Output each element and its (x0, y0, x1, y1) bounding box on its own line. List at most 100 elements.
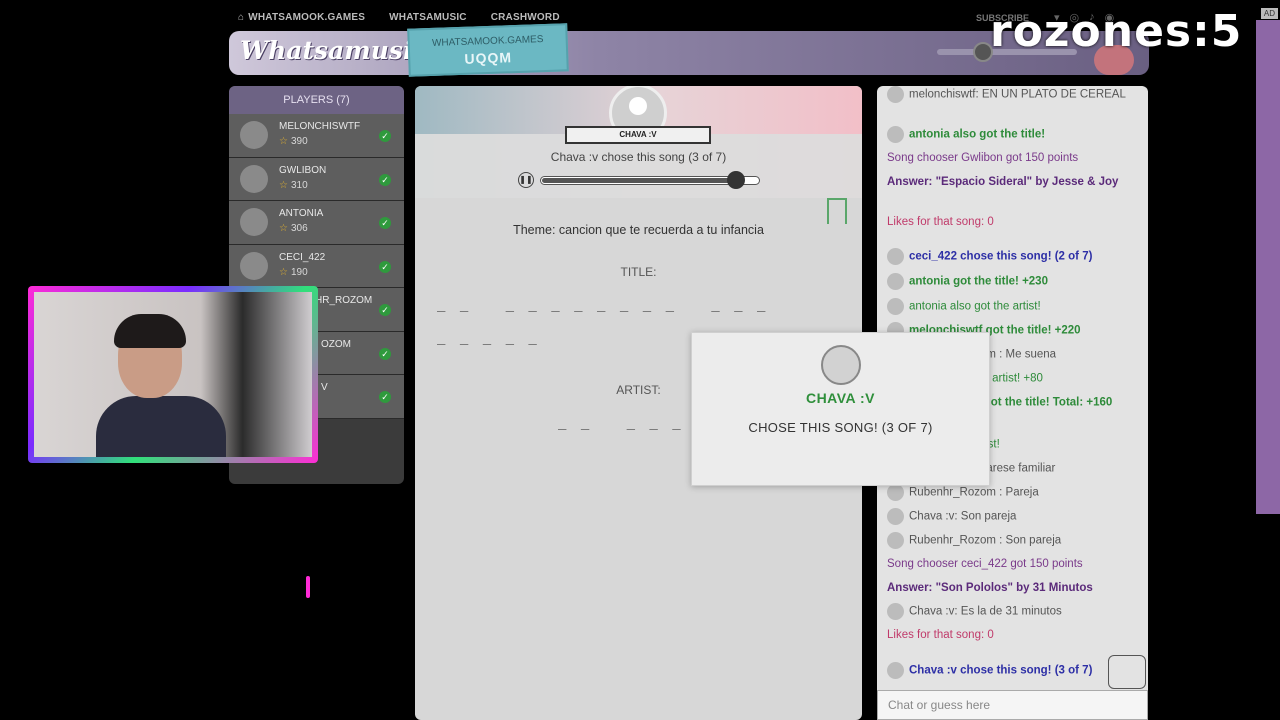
avatar (887, 508, 904, 525)
audio-progress-fill (542, 178, 738, 183)
chat-message-text: melonchiswtf: EN UN PLATO DE CEREAL (909, 88, 1126, 101)
avatar (887, 86, 904, 103)
chat-message: Chava :v: Son pareja (887, 508, 1137, 526)
player-name: ANTONIA (279, 208, 324, 219)
popup-message: CHOSE THIS SONG! (3 OF 7) (748, 420, 933, 435)
chat-message: ceci_422 chose this song! (2 of 7) (887, 248, 1137, 266)
badge-code: UQQM (464, 49, 513, 67)
chat-message-text: Chava :v: Es la de 31 minutos (909, 605, 1062, 618)
chat-message-text: antonia also got the artist! (909, 300, 1041, 313)
pause-icon[interactable]: ❚❚ (518, 172, 534, 188)
chat-message: melonchiswtf: EN UN PLATO DE CEREAL (887, 86, 1137, 104)
nav-link-crashword[interactable]: CRASHWORD (491, 12, 560, 23)
player-points: 310 (290, 179, 308, 191)
players-heading: PLAYERS (7) (229, 86, 404, 114)
chat-message-text: Answer: "Son Pololos" by 31 Minutos (887, 582, 1093, 594)
player-name: MELONCHISWTF (279, 121, 361, 132)
chat-scrollbar[interactable] (1140, 90, 1146, 670)
audio-progress-knob[interactable] (727, 171, 745, 189)
chooser-status: Chava :v chose this song (3 of 7) (550, 150, 727, 164)
player-row: MELONCHISWTF ☆ 390 ✓ (229, 114, 404, 158)
nav-label: WHATSAMOOK.GAMES (248, 12, 366, 23)
like-button[interactable] (1108, 655, 1146, 689)
bookmark-icon[interactable] (827, 198, 847, 224)
popup-avatar (821, 345, 861, 385)
popup-name: CHAVA :V (805, 390, 876, 406)
chat-message-text: Rubenhr_Rozom : Pareja (909, 486, 1039, 499)
player-points: 190 (290, 266, 308, 278)
nav-link-whatsamusic[interactable]: WHATSAMUSIC (389, 12, 467, 23)
chat-message: antonia also got the title! (887, 126, 1137, 144)
avatar (887, 662, 904, 679)
chat-message: Answer: "Son Pololos" by 31 Minutos (887, 580, 1137, 597)
check-icon: ✓ (379, 391, 391, 403)
player-name: OZOM (321, 338, 351, 350)
chooser-ribbon: CHAVA :V (565, 126, 711, 144)
stream-overlay-text: rozones:5 (990, 6, 1243, 57)
avatar (887, 532, 904, 549)
avatar (887, 126, 904, 143)
player-name: CECI_422 (279, 251, 326, 263)
chat-message-text: ceci_422 chose this song! (2 of 7) (909, 250, 1093, 263)
ad-strip (1256, 20, 1280, 514)
chat-message: Likes for that song: 0 (887, 214, 1137, 231)
title-blanks-line2: _ _ _ _ _ (437, 329, 540, 345)
chat-message: antonia also got the artist! (887, 298, 1137, 316)
avatar (240, 208, 268, 236)
chat-message: Rubenhr_Rozom : Son pareja (887, 532, 1137, 550)
game-code-badge: WHATSAMOOK.GAMES UQQM (407, 23, 569, 77)
player-row: CECI_422 ☆ 190 ✓ (229, 244, 404, 288)
chat-message: antonia got the title! +230 (887, 273, 1137, 291)
chat-message: Chava :v chose this song! (3 of 7) (887, 662, 1137, 680)
chat-input-box (877, 690, 1148, 720)
check-icon: ✓ (379, 217, 391, 229)
star-icon: ☆ (279, 223, 288, 234)
chat-message-text: Song chooser Gwlibon got 150 points (887, 152, 1079, 164)
check-icon: ✓ (379, 130, 391, 142)
chat-message-text: antonia also got the title! (909, 128, 1046, 141)
home-icon: ⌂ (238, 12, 245, 23)
avatar (240, 121, 268, 149)
check-icon: ✓ (379, 260, 391, 273)
star-icon: ☆ (279, 266, 288, 278)
player-row: GWLIBON ☆ 310 ✓ (229, 157, 404, 201)
player-points: 306 (290, 223, 308, 234)
chat-message-text: antonia got the title! +230 (909, 275, 1048, 288)
avatar (887, 484, 904, 501)
avatar (887, 603, 904, 620)
star-icon: ☆ (279, 179, 288, 191)
nav-link-whatsamook[interactable]: ⌂ WHATSAMOOK.GAMES (238, 12, 365, 23)
chat-message: Chava :v: Es la de 31 minutos (887, 603, 1137, 621)
player-name: V (321, 382, 328, 393)
chat-message: Likes for that song: 0 (887, 627, 1137, 644)
avatar (887, 273, 904, 290)
audio-player: ❚❚ (518, 171, 760, 189)
chat-message: Song chooser ceci_422 got 150 points (887, 556, 1137, 573)
avatar (240, 164, 268, 193)
avatar (240, 251, 268, 280)
ad-badge: AD (1260, 8, 1278, 19)
webcam-feed (34, 292, 312, 457)
chat-message-text: Answer: "Espacio Sideral" by Jesse & Joy (887, 176, 1119, 188)
webcam-overlay (28, 286, 318, 463)
player-points: 390 (290, 136, 308, 147)
check-icon: ✓ (379, 304, 391, 316)
chat-message: Rubenhr_Rozom : Pareja (887, 484, 1137, 502)
overlay-decoration (306, 576, 310, 598)
player-name: HR_ROZOM (315, 295, 373, 306)
check-icon: ✓ (379, 173, 391, 186)
chat-message-text: Song chooser ceci_422 got 150 points (887, 558, 1083, 570)
avatar (887, 248, 904, 265)
chat-message-text: Chava :v chose this song! (3 of 7) (909, 664, 1093, 677)
top-nav: ⌂ WHATSAMOOK.GAMES WHATSAMUSIC CRASHWORD (238, 12, 560, 23)
chat-message: Answer: "Espacio Sideral" by Jesse & Joy (887, 174, 1137, 191)
player-name: GWLIBON (279, 164, 327, 176)
chooser-popup: CHAVA :V CHOSE THIS SONG! (3 OF 7) (691, 332, 990, 486)
chat-input[interactable] (878, 691, 1147, 719)
avatar (887, 298, 904, 315)
chat-message-text: Likes for that song: 0 (887, 216, 994, 228)
chat-message-text: Rubenhr_Rozom : Son pareja (909, 534, 1062, 547)
app-logo[interactable]: Whatsamusic (240, 36, 428, 65)
title-blanks: _ _ _ _ _ _ _ _ _ _ _ _ _ (437, 296, 769, 312)
star-icon: ☆ (279, 136, 288, 147)
